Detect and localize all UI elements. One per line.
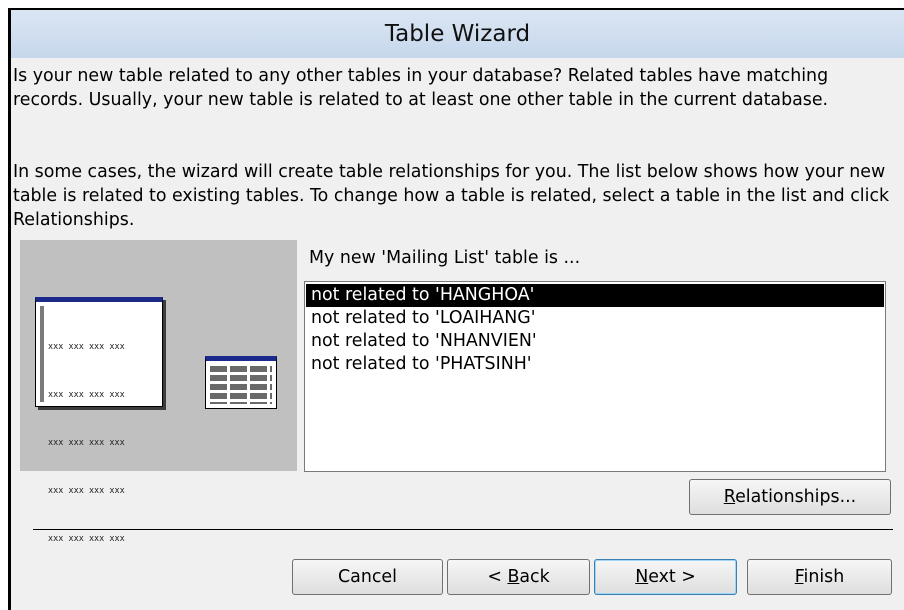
- relationships-button[interactable]: Relationships...: [689, 479, 891, 515]
- list-item[interactable]: not related to 'NHANVIEN': [306, 330, 884, 353]
- back-button[interactable]: < Back: [447, 559, 590, 595]
- existing-table-icon: xxx xxx xxx xxx xxx xxx xxx xxx xxx xxx …: [35, 297, 163, 544]
- cancel-button[interactable]: Cancel: [292, 559, 443, 595]
- relationship-illustration: xxx xxx xxx xxx xxx xxx xxx xxx xxx xxx …: [20, 240, 297, 544]
- button-separator: [33, 529, 893, 530]
- new-table-icon: [205, 356, 277, 409]
- finish-button[interactable]: Finish: [747, 559, 892, 595]
- table-rows: xxx xxx xxx xxx xxx xxx xxx xxx xxx xxx …: [48, 342, 125, 544]
- relationship-list-label: My new 'Mailing List' table is ...: [309, 248, 581, 268]
- dialog-title: Table Wizard: [11, 10, 904, 58]
- intro-paragraph-relationships: In some cases, the wizard will create ta…: [13, 162, 890, 230]
- relationship-listbox[interactable]: not related to 'HANGHOA' not related to …: [304, 281, 886, 472]
- intro-paragraph-related-tables: Is your new table related to any other t…: [13, 66, 829, 110]
- list-item[interactable]: not related to 'PHATSINH': [306, 353, 884, 376]
- next-button[interactable]: Next >: [594, 559, 737, 595]
- list-item[interactable]: not related to 'LOAIHANG': [306, 307, 884, 330]
- table-wizard-dialog: Table Wizard Is your new table related t…: [8, 8, 904, 610]
- list-item[interactable]: not related to 'HANGHOA': [306, 284, 884, 307]
